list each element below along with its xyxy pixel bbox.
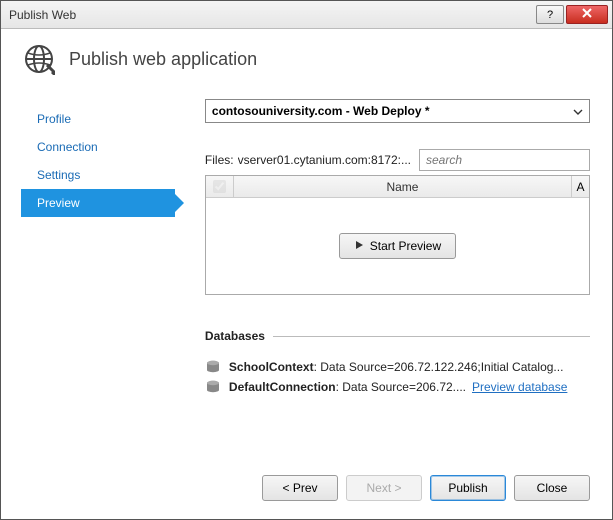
select-all-checkbox[interactable]: [213, 180, 226, 193]
files-label: Files:: [205, 153, 234, 167]
section-divider: [273, 336, 590, 337]
profile-selected-value: contosouniversity.com - Web Deploy *: [212, 104, 430, 118]
database-icon: [205, 360, 221, 374]
grid-select-all[interactable]: [206, 176, 234, 197]
databases-heading-label: Databases: [205, 329, 265, 343]
files-path: vserver01.cytanium.com:8172:...: [238, 153, 411, 167]
grid-column-extra[interactable]: A: [571, 176, 589, 197]
database-icon: [205, 380, 221, 394]
database-detail: : Data Source=206.72....: [336, 380, 466, 394]
databases-section: Databases SchoolContext : Data Source=20…: [205, 329, 590, 397]
next-button: Next >: [346, 475, 422, 501]
start-preview-label: Start Preview: [370, 239, 441, 253]
sidebar-item-profile[interactable]: Profile: [21, 105, 175, 133]
page-title: Publish web application: [69, 49, 257, 70]
database-detail: : Data Source=206.72.122.246;Initial Cat…: [314, 360, 564, 374]
database-row-schoolcontext: SchoolContext : Data Source=206.72.122.2…: [205, 357, 590, 377]
grid-body: Start Preview: [206, 198, 589, 294]
close-window-button[interactable]: [566, 5, 608, 24]
sidebar-item-connection[interactable]: Connection: [21, 133, 175, 161]
search-input[interactable]: [419, 149, 590, 171]
profile-row: contosouniversity.com - Web Deploy *: [205, 99, 590, 123]
window-controls: ?: [534, 5, 608, 24]
database-row-defaultconnection: DefaultConnection : Data Source=206.72..…: [205, 377, 590, 397]
sidebar-item-label: Connection: [37, 140, 98, 154]
dialog-footer: < Prev Next > Publish Close: [1, 461, 612, 519]
preview-database-link[interactable]: Preview database: [472, 380, 567, 394]
sidebar-item-label: Settings: [37, 168, 80, 182]
grid-column-name[interactable]: Name: [234, 176, 571, 197]
sidebar-item-label: Preview: [37, 196, 80, 210]
sidebar-item-label: Profile: [37, 112, 71, 126]
close-icon: [581, 8, 593, 21]
play-icon: [354, 239, 364, 253]
window-title: Publish Web: [9, 8, 534, 22]
profile-dropdown[interactable]: contosouniversity.com - Web Deploy *: [205, 99, 590, 123]
sidebar-item-preview[interactable]: Preview: [21, 189, 175, 217]
chevron-down-icon: [573, 104, 583, 118]
database-name: SchoolContext: [229, 360, 314, 374]
dialog-header: Publish web application: [1, 29, 612, 85]
publish-button[interactable]: Publish: [430, 475, 506, 501]
help-icon: ?: [547, 9, 553, 21]
help-button[interactable]: ?: [536, 5, 564, 24]
globe-icon: [23, 43, 55, 75]
titlebar: Publish Web ?: [1, 1, 612, 29]
sidebar-item-settings[interactable]: Settings: [21, 161, 175, 189]
main-panel: contosouniversity.com - Web Deploy * Fil…: [175, 99, 590, 461]
sidebar: Profile Connection Settings Preview: [21, 99, 175, 461]
files-row: Files: vserver01.cytanium.com:8172:...: [205, 149, 590, 171]
dialog-body: Profile Connection Settings Preview cont…: [1, 85, 612, 461]
databases-heading: Databases: [205, 329, 590, 343]
grid-header: Name A: [206, 176, 589, 198]
publish-web-dialog: Publish Web ? Publish we: [0, 0, 613, 520]
database-name: DefaultConnection: [229, 380, 336, 394]
preview-grid: Name A Start Preview: [205, 175, 590, 295]
start-preview-button[interactable]: Start Preview: [339, 233, 456, 259]
close-button[interactable]: Close: [514, 475, 590, 501]
prev-button[interactable]: < Prev: [262, 475, 338, 501]
